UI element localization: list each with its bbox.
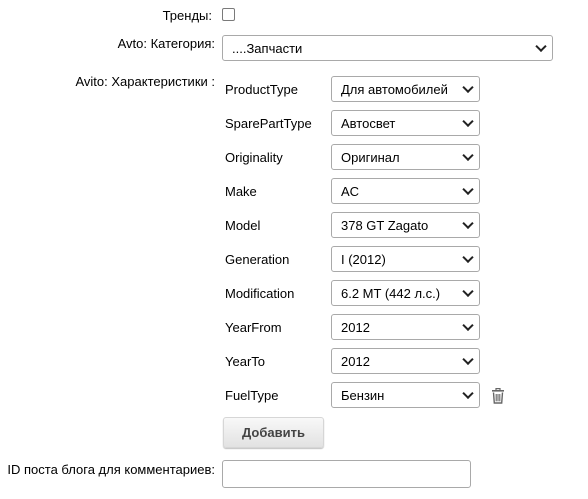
chevron-down-icon xyxy=(462,183,474,196)
row-label-generation: Generation xyxy=(225,252,290,267)
select-spareparttype[interactable]: Автосвет xyxy=(331,110,480,136)
row-label-make: Make xyxy=(225,184,257,199)
chevron-down-icon xyxy=(462,115,474,128)
chevron-down-icon xyxy=(462,285,474,298)
trends-checkbox[interactable] xyxy=(222,8,235,21)
category-select-value: ....Запчасти xyxy=(232,40,303,56)
chevron-down-icon xyxy=(462,81,474,94)
chevron-down-icon xyxy=(462,251,474,264)
blog-post-id-input[interactable] xyxy=(222,460,471,488)
select-value: I (2012) xyxy=(341,251,386,267)
characteristics-label: Avito: Характеристики : xyxy=(75,74,215,89)
trends-label: Тренды: xyxy=(162,8,212,23)
select-yearfrom[interactable]: 2012 xyxy=(331,314,480,340)
select-value: Бензин xyxy=(341,387,385,403)
select-model[interactable]: 378 GT Zagato xyxy=(331,212,480,238)
row-label-originality: Originality xyxy=(225,150,283,165)
category-label: Avto: Категория: xyxy=(117,36,215,51)
row-label-spareparttype: SparePartType xyxy=(225,116,312,131)
select-value: 2012 xyxy=(341,353,370,369)
select-fueltype[interactable]: Бензин xyxy=(331,382,480,408)
select-value: 6.2 MT (442 л.с.) xyxy=(341,285,441,301)
select-value: AC xyxy=(341,183,360,199)
chevron-down-icon xyxy=(462,217,474,230)
select-make[interactable]: AC xyxy=(331,178,480,204)
select-value: Оригинал xyxy=(341,149,400,165)
select-yearto[interactable]: 2012 xyxy=(331,348,480,374)
row-label-producttype: ProductType xyxy=(225,82,298,97)
chevron-down-icon xyxy=(535,40,547,53)
select-value: 378 GT Zagato xyxy=(341,217,429,233)
select-producttype[interactable]: Для автомобилей xyxy=(331,76,480,102)
chevron-down-icon xyxy=(462,319,474,332)
chevron-down-icon xyxy=(462,387,474,400)
select-value: Автосвет xyxy=(341,115,396,131)
trash-icon[interactable] xyxy=(491,388,505,404)
row-label-model: Model xyxy=(225,218,261,233)
chevron-down-icon xyxy=(462,149,474,162)
row-label-yearfrom: YearFrom xyxy=(225,320,282,335)
select-value: Для автомобилей xyxy=(341,81,448,97)
blog-post-id-label: ID поста блога для комментариев: xyxy=(7,462,215,477)
select-originality[interactable]: Оригинал xyxy=(331,144,480,170)
add-characteristic-button[interactable]: Добавить xyxy=(223,417,324,448)
chevron-down-icon xyxy=(462,353,474,366)
select-generation[interactable]: I (2012) xyxy=(331,246,480,272)
row-label-fueltype: FuelType xyxy=(225,388,279,403)
row-label-yearto: YearTo xyxy=(225,354,265,369)
select-modification[interactable]: 6.2 MT (442 л.с.) xyxy=(331,280,480,306)
row-label-modification: Modification xyxy=(225,286,295,301)
select-value: 2012 xyxy=(341,319,370,335)
category-select[interactable]: ....Запчасти xyxy=(222,35,553,61)
